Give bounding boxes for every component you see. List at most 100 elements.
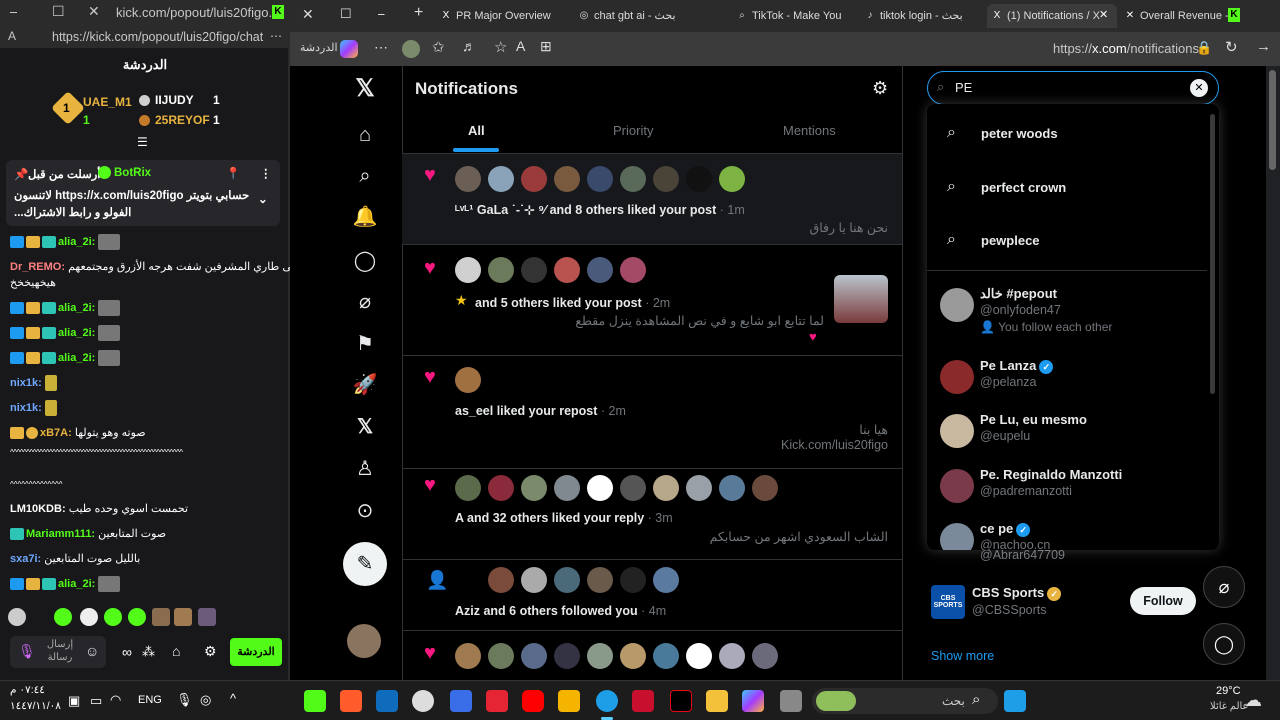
avatar[interactable] [653,567,679,593]
grok-icon[interactable]: ⌀ [352,289,378,315]
weather-cloud-icon[interactable]: ☁ [1244,690,1262,711]
avatar[interactable] [620,166,646,192]
more-options-icon[interactable]: ⋯ [374,39,388,56]
user-suggestion[interactable]: Pe Lu, eu mesmo @eupelu [927,406,1207,462]
mic-icon[interactable]: 🎙 [18,643,36,660]
edge-app-icon[interactable] [596,690,618,712]
youtube-app-icon[interactable] [522,690,544,712]
avatar[interactable] [488,643,514,669]
weather-text[interactable]: عالم غائلا [1210,701,1249,712]
netflix-app-icon[interactable] [670,690,692,712]
notification-center-icon[interactable]: ▣ [68,693,80,709]
avatar[interactable] [488,567,514,593]
avatar[interactable] [554,643,580,669]
back-arrow-icon[interactable]: → [1256,38,1271,55]
emote-icon[interactable] [54,608,72,626]
infinity-icon[interactable]: ∞ [122,644,132,660]
dropdown-scrollbar[interactable] [1210,114,1215,394]
tab-tiktok-login[interactable]: ♪ tiktok login - بحث [860,4,984,28]
page-scrollbar[interactable] [1266,66,1280,680]
tab-chatgpt-search[interactable]: ◎ chat gbt ai - بحث [574,4,706,28]
pinned-author[interactable]: BotRix [114,167,151,179]
clock-date[interactable]: ١٤٤٧/١١/٠٨ [10,700,61,712]
temperature[interactable]: 29°C [1216,685,1241,697]
task-view-icon[interactable] [780,690,802,712]
search-suggestion[interactable]: ⌕ perfect crown [927,164,1207,212]
copilot-app-icon[interactable] [742,690,764,712]
expand-chevron-icon[interactable]: ⌄ [258,192,268,206]
window-menu-icon[interactable]: ⎯ [10,3,17,20]
messages-float-icon[interactable]: ◯ [1203,623,1245,665]
chat-username[interactable]: nix1k: [10,377,42,389]
avatar[interactable] [653,643,679,669]
avatar[interactable] [686,643,712,669]
more-icon[interactable]: ⊙ [352,498,378,524]
user-suggestion[interactable]: ce pe ✓ @nachoo.cn [927,515,1207,550]
notification-item[interactable]: ♥ [402,631,902,680]
emote-icon[interactable] [104,608,122,626]
search-suggestion[interactable]: ⌕ peter woods [927,110,1207,158]
file-explorer-icon[interactable] [706,690,728,712]
chat-username[interactable]: xB7A: [40,427,72,439]
more-icon[interactable]: ⋯ [270,29,282,43]
emote-bar[interactable] [8,608,238,628]
chat-copilot-label[interactable]: الدردشة [300,41,338,54]
tab-pr-major[interactable]: X PR Major Overview [436,4,568,28]
avatar[interactable] [488,257,514,283]
copilot-icon[interactable] [340,40,358,58]
notification-item[interactable]: 👤 Aziz and 6 others followed you · 4m [402,560,902,620]
avatar[interactable] [521,166,547,192]
avatar[interactable] [620,643,646,669]
kick-app-icon[interactable] [304,690,326,712]
emote-icon[interactable] [152,608,170,626]
leader-name-2[interactable]: IIJUDY [155,93,194,107]
notification-quote-link[interactable]: Kick.com/luis20figo [781,438,888,452]
chat-username[interactable]: LM10KDB: [10,503,66,515]
avatar[interactable] [455,643,481,669]
chat-send-button[interactable]: الدردشة [230,638,282,666]
lock-icon[interactable]: 🔒 [1196,40,1212,56]
chrome-app-icon[interactable] [412,690,434,712]
store-icon[interactable]: ⌂ [172,643,180,659]
avatar[interactable] [521,643,547,669]
close-tab-icon[interactable]: ✕ [1124,10,1136,22]
address-bar[interactable]: الدردشة ⋯ ✩ ♬ ☆ A ⊞ https://x.com/notifi… [290,32,1280,66]
avatar[interactable] [620,475,646,501]
avatar[interactable] [587,475,613,501]
chat-username[interactable]: nix1k: [10,402,42,414]
wifi-icon[interactable]: ◠ [110,692,121,708]
avatar[interactable] [686,166,712,192]
brave-app-icon[interactable] [340,690,362,712]
close-window-icon[interactable]: ✕ [302,6,314,23]
avatar[interactable] [587,567,613,593]
l-app-icon[interactable] [486,690,508,712]
avatar[interactable] [455,166,481,192]
reading-icon[interactable]: ♬ [462,38,476,54]
url-text[interactable]: https://x.com/notifications [1053,41,1199,56]
tab-priority[interactable]: Priority [613,123,653,138]
translate-icon[interactable]: A [516,38,525,54]
pinned-text-1[interactable]: لاتنسون https://x.com/luis20figo حسابي ب… [14,188,249,202]
avatar[interactable] [752,643,778,669]
scrollbar-thumb[interactable] [1269,70,1276,170]
notification-item[interactable]: ♥ ᴸᵛᴸ¹ GaLa ˙-˙⊹ ⁹⁄ and 8 others liked y… [402,154,902,244]
start-windows-icon[interactable] [1004,690,1026,712]
post-thumbnail[interactable] [834,275,888,323]
tab-notifications[interactable]: X (1) Notifications / X [987,4,1117,28]
avatar[interactable] [752,475,778,501]
messages-icon[interactable]: ◯ [352,248,378,274]
chat-username[interactable]: alia_2i: [58,302,95,314]
notifications-bell-icon[interactable]: 🔔 [352,204,378,230]
notification-item[interactable]: ♥ as_eel liked your repost · 2m هيا بنا … [402,356,902,468]
avatar[interactable] [488,166,514,192]
chat-username[interactable]: Mariamm111: [26,528,95,540]
grok-float-icon[interactable]: ⌀ [1203,566,1245,608]
tray-chevron-icon[interactable]: ^ [230,691,236,706]
avatar[interactable] [488,475,514,501]
avatar[interactable] [455,367,481,393]
language-indicator[interactable]: ENG [138,694,162,706]
show-more-link[interactable]: Show more [931,649,994,663]
tab-mentions[interactable]: Mentions [783,123,836,138]
avatar[interactable] [686,475,712,501]
avatar[interactable] [521,567,547,593]
